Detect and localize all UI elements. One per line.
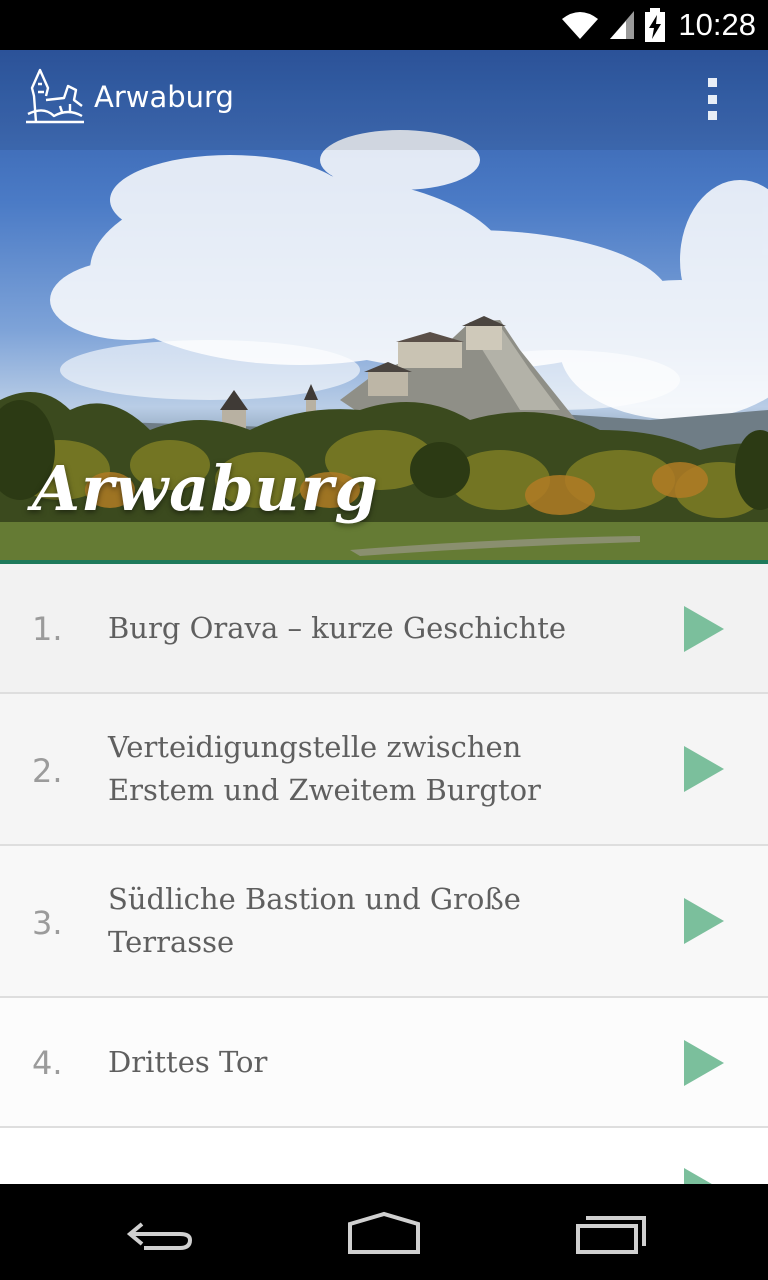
list-item-1[interactable]: 1. Burg Orava – kurze Geschichte	[0, 564, 768, 694]
wifi-icon	[562, 12, 599, 39]
item-title: Südliche Bastion und Große Terrasse	[108, 882, 521, 959]
item-number: 3.	[32, 904, 63, 942]
app-title: Arwaburg	[94, 80, 234, 114]
status-icons: 10:28	[560, 0, 756, 50]
menu-dot	[707, 78, 717, 87]
overflow-menu-icon[interactable]	[700, 78, 724, 120]
battery-charging-icon	[645, 8, 666, 42]
hero-title: Arwaburg	[32, 452, 379, 525]
play-icon[interactable]	[684, 606, 724, 652]
signal-icon	[610, 11, 635, 39]
back-icon[interactable]	[124, 1202, 196, 1262]
play-icon[interactable]	[684, 746, 724, 792]
item-title: Drittes Tor	[108, 1045, 268, 1079]
tour-stop-list: 1. Burg Orava – kurze Geschichte 2. Vert…	[0, 564, 768, 1214]
menu-dot	[707, 111, 717, 120]
home-icon[interactable]	[344, 1202, 424, 1262]
status-bar: 10:28	[0, 0, 768, 50]
item-number: 1.	[32, 610, 63, 648]
recent-apps-icon[interactable]	[572, 1202, 648, 1262]
play-icon[interactable]	[684, 898, 724, 944]
item-title: Verteidigungstelle zwischen Erstem und Z…	[108, 730, 541, 807]
list-item-partial[interactable]	[0, 1128, 768, 1214]
list-item-2[interactable]: 2. Verteidigungstelle zwischen Erstem un…	[0, 694, 768, 846]
play-icon[interactable]	[684, 1040, 724, 1086]
item-title: Burg Orava – kurze Geschichte	[108, 611, 567, 645]
list-item-3[interactable]: 3. Südliche Bastion und Große Terrasse	[0, 846, 768, 998]
castle-logo-icon[interactable]	[24, 66, 86, 124]
menu-dot	[707, 94, 717, 104]
item-number: 2.	[32, 752, 63, 790]
app-toolbar: Arwaburg	[0, 50, 768, 146]
item-number: 4.	[32, 1044, 63, 1082]
list-item-4[interactable]: 4. Drittes Tor	[0, 998, 768, 1128]
status-time: 10:28	[678, 7, 756, 42]
system-navigation-bar	[0, 1184, 768, 1280]
